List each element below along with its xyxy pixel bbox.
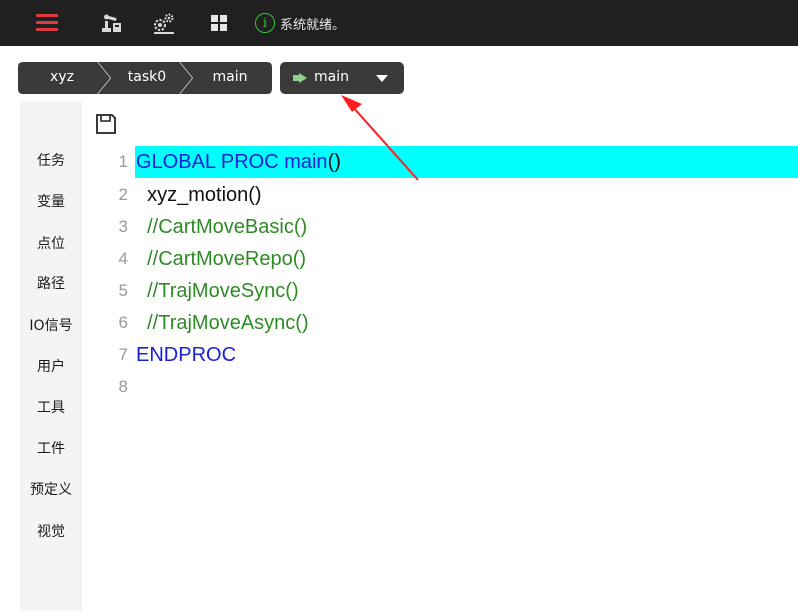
code-line[interactable]: //TrajMoveSync() [136, 275, 299, 307]
sidebar-item-vision[interactable]: 视觉 [20, 516, 82, 548]
run-arrow-icon [293, 73, 307, 83]
sidebar-item-paths[interactable]: 路径 [20, 268, 82, 300]
code-line[interactable]: //CartMoveRepo() [136, 243, 306, 275]
code-token: ENDPROC [136, 344, 237, 366]
line-number: 1 [118, 152, 128, 171]
status-text: 系统就绪。 [280, 17, 346, 33]
line-number: 6 [118, 313, 128, 332]
breadcrumb-label: task0 [127, 69, 167, 85]
breadcrumb-label: xyz [50, 69, 74, 85]
sidebar-item-tools[interactable]: 工具 [20, 392, 82, 424]
run-routine-dropdown[interactable]: main [280, 62, 404, 94]
code-line[interactable]: ENDPROC [136, 339, 236, 371]
code-token: //TrajMoveSync() [136, 280, 299, 302]
code-token: main [284, 151, 328, 173]
line-number: 4 [118, 249, 128, 268]
sidebar-item-predefined[interactable]: 预定义 [20, 474, 82, 506]
breadcrumb-label: main [212, 69, 248, 85]
top-bar: i 系统就绪。 [0, 0, 798, 46]
line-number: 3 [118, 217, 128, 236]
sidebar-item-io-signals[interactable]: IO信号 [20, 310, 82, 342]
code-token: xyz_motion() [136, 184, 262, 206]
save-icon[interactable] [95, 113, 117, 139]
chevron-down-icon [376, 75, 388, 82]
code-token: //CartMoveBasic() [136, 216, 308, 238]
status-indicator: i 系统就绪。 [255, 11, 345, 35]
sidebar-item-tasks[interactable]: 任务 [20, 145, 82, 177]
sidebar-item-workpieces[interactable]: 工件 [20, 433, 82, 465]
info-icon: i [255, 13, 275, 33]
line-number: 2 [118, 185, 128, 204]
line-number: 7 [118, 345, 128, 364]
sidebar-item-users[interactable]: 用户 [20, 351, 82, 383]
code-token: () [327, 151, 341, 173]
grid-icon[interactable] [208, 12, 230, 34]
code-line[interactable]: GLOBAL PROC main() [136, 146, 341, 178]
line-number: 5 [118, 281, 128, 300]
code-token: GLOBAL PROC [136, 151, 285, 173]
code-token: //CartMoveRepo() [136, 248, 307, 270]
gears-icon[interactable] [152, 12, 174, 34]
menu-icon[interactable] [36, 12, 58, 32]
breadcrumb-item-main[interactable]: main [180, 62, 272, 94]
line-number: 8 [118, 377, 128, 396]
code-token: //TrajMoveAsync() [136, 312, 309, 334]
code-line[interactable]: //TrajMoveAsync() [136, 307, 309, 339]
sidebar-item-points[interactable]: 点位 [20, 228, 82, 260]
code-line[interactable]: xyz_motion() [136, 179, 262, 211]
run-routine-label: main [314, 69, 349, 85]
sidebar-item-variables[interactable]: 变量 [20, 186, 82, 218]
code-line[interactable]: //CartMoveBasic() [136, 211, 307, 243]
robot-arm-icon[interactable] [100, 12, 122, 34]
